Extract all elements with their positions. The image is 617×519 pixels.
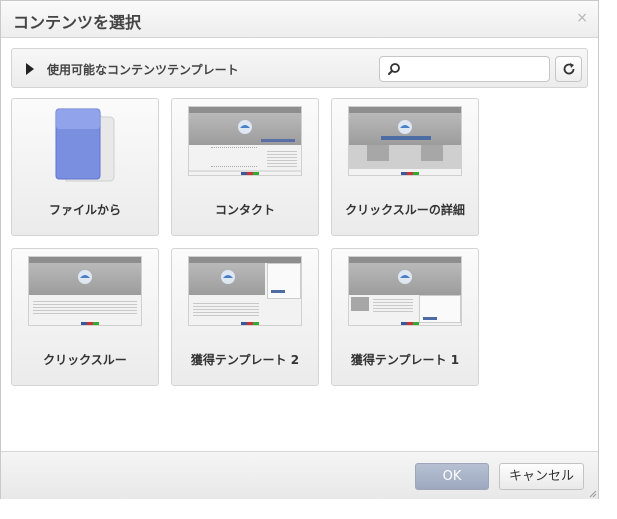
tile-contact[interactable]: コンタクト [171, 98, 319, 236]
tile-label: コンタクト [214, 203, 275, 217]
template-thumbnail [348, 106, 462, 176]
tile-clickthrough-details[interactable]: クリックスルーの詳細 [331, 98, 479, 236]
ok-button[interactable]: OK [415, 463, 489, 490]
dialog-title: コンテンツを選択 [13, 13, 142, 32]
tile-label: 獲得テンプレート 2 [190, 353, 300, 367]
template-thumbnail [188, 256, 302, 326]
search-input[interactable] [406, 60, 550, 80]
dialog-titlebar: コンテンツを選択 × [1, 1, 598, 38]
tile-acquisition-template-1[interactable]: 獲得テンプレート 1 [331, 248, 479, 386]
tile-label: クリックスルーの詳細 [345, 203, 465, 217]
tile-label: 獲得テンプレート 1 [350, 353, 460, 367]
resize-grip-icon[interactable] [589, 490, 597, 498]
tile-clickthrough[interactable]: クリックスルー [11, 248, 159, 386]
cancel-button[interactable]: キャンセル [499, 463, 584, 490]
refresh-icon [563, 63, 575, 75]
template-thumbnail [188, 106, 302, 176]
search-box[interactable] [379, 56, 550, 82]
tile-label: クリックスルー [43, 353, 127, 367]
tile-acquisition-template-2[interactable]: 獲得テンプレート 2 [171, 248, 319, 386]
expand-triangle-icon[interactable] [26, 63, 34, 75]
dialog-footer: OK キャンセル [1, 451, 598, 499]
tile-from-file[interactable]: ファイルから [11, 98, 159, 236]
template-thumbnail [28, 256, 142, 326]
templates-section-header[interactable]: 使用可能なコンテンツテンプレート [11, 48, 588, 88]
template-thumbnail [348, 256, 462, 326]
section-label: 使用可能なコンテンツテンプレート [47, 63, 239, 77]
search-icon [388, 63, 400, 75]
select-content-dialog: コンテンツを選択 × 使用可能なコンテンツテンプレート ファイルから コンタクト… [0, 0, 599, 499]
refresh-button[interactable] [555, 56, 582, 82]
folder-icon [55, 108, 115, 182]
close-icon[interactable]: × [576, 10, 588, 26]
tile-label: ファイルから [48, 203, 121, 217]
